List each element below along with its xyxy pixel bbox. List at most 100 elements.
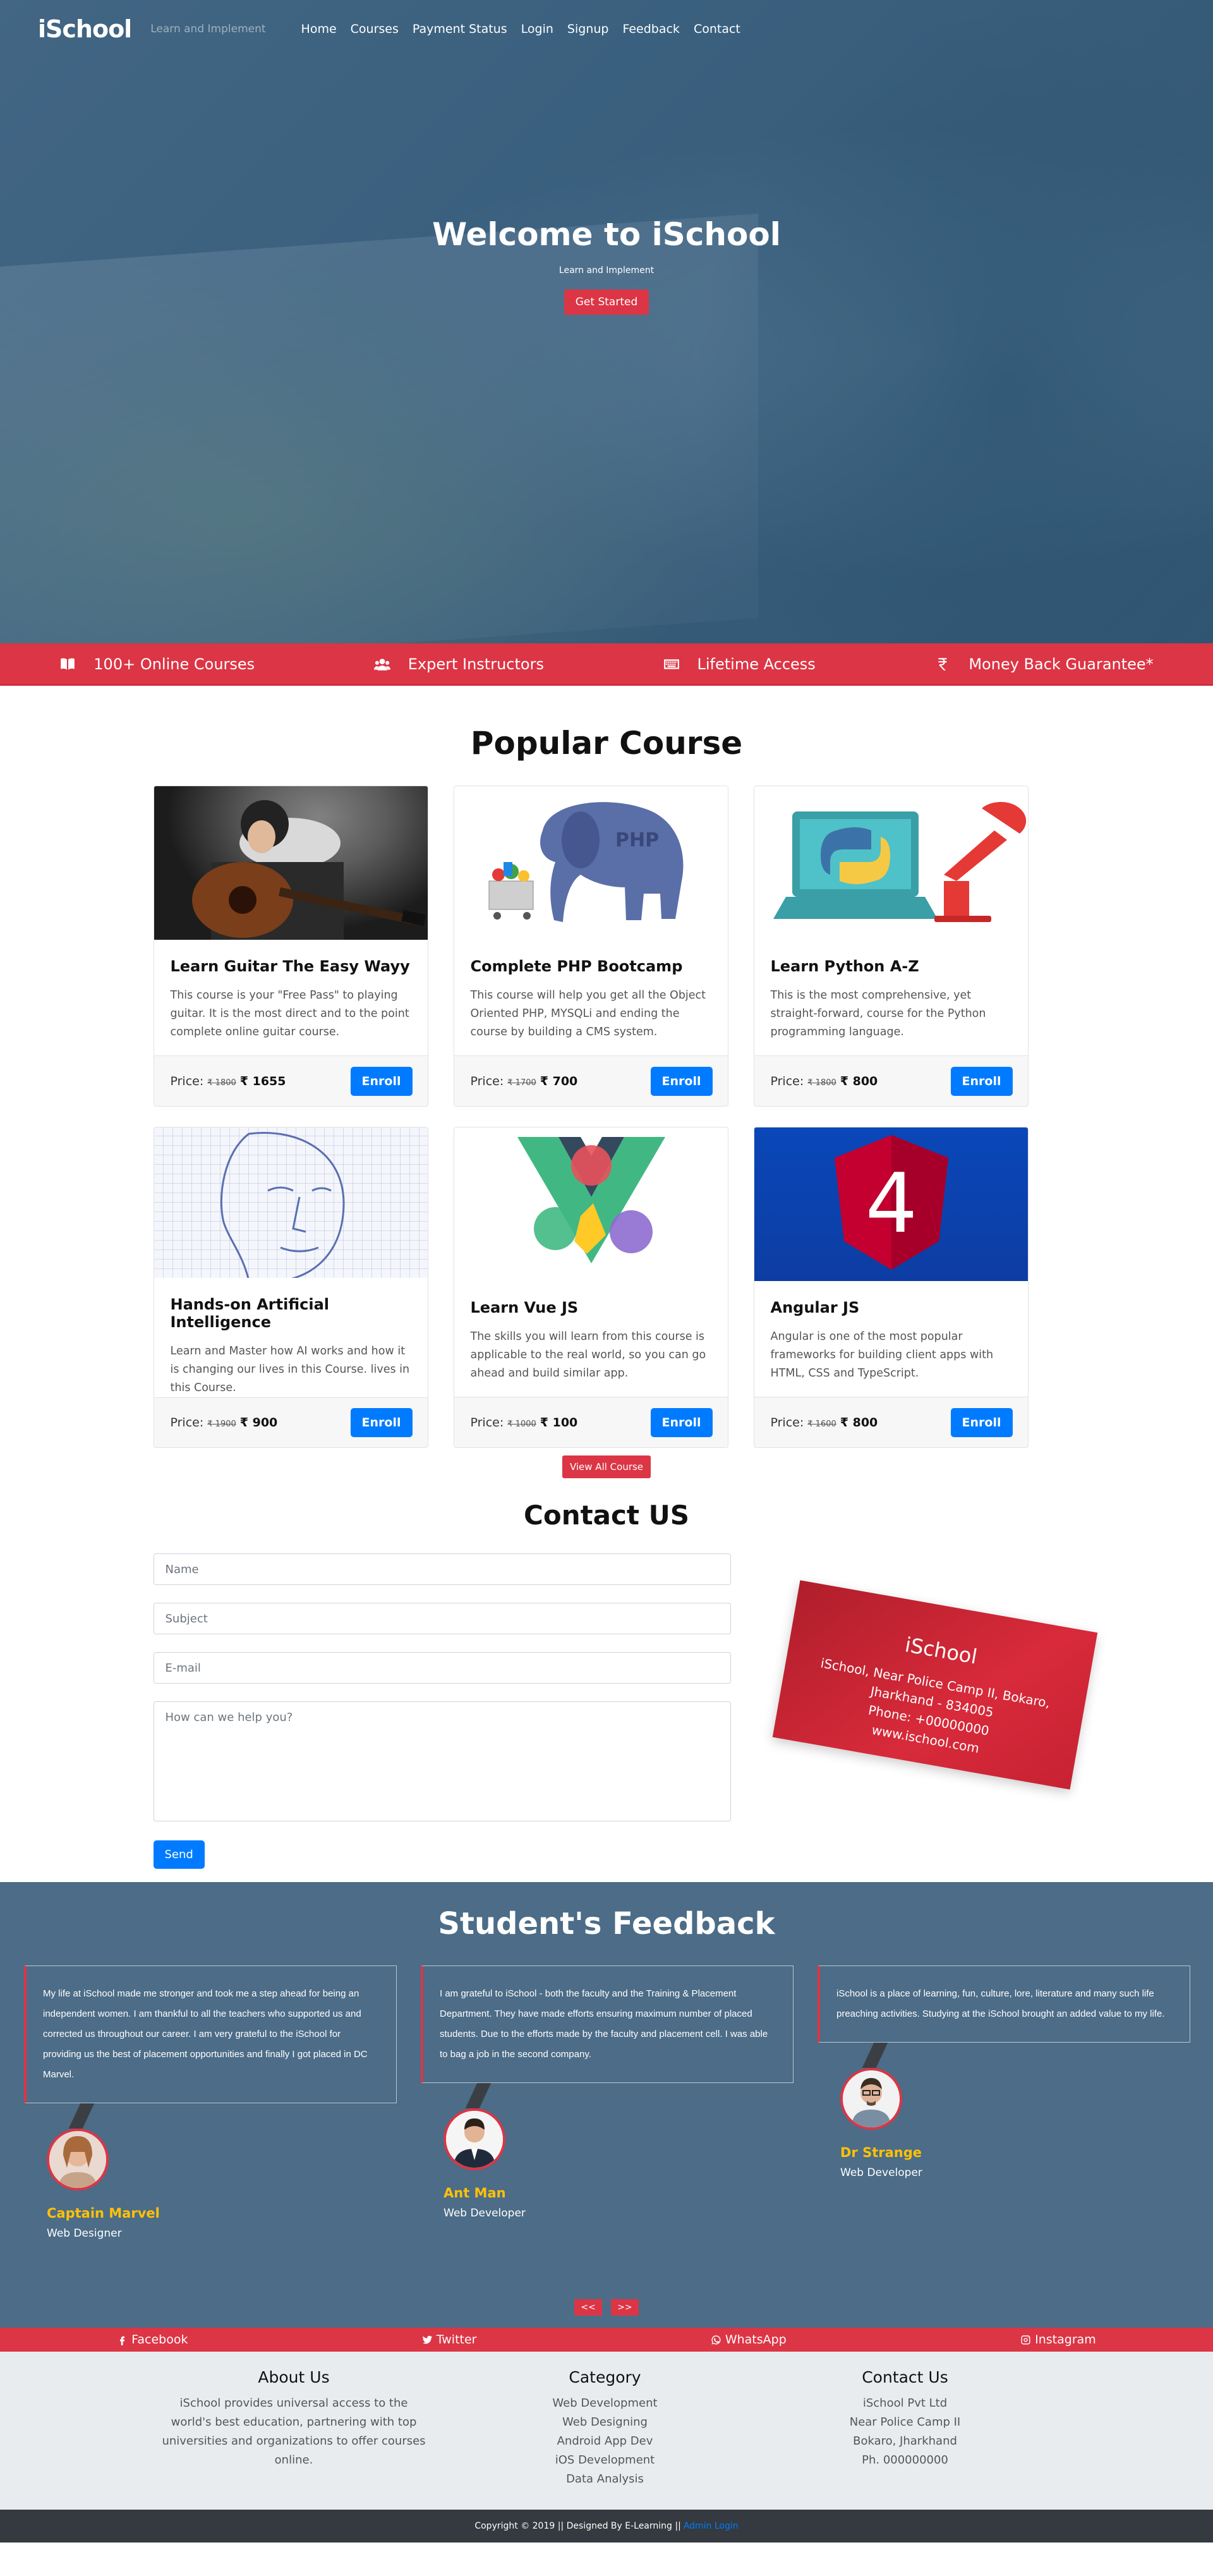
facebook-label: Facebook — [131, 2333, 188, 2347]
feedback-title: Student's Feedback — [438, 1906, 775, 1941]
send-button[interactable]: Send — [153, 1840, 205, 1869]
category-link[interactable]: Data Analysis — [455, 2470, 755, 2489]
twitter-link[interactable]: Twitter — [422, 2333, 477, 2347]
hero-section: iSchool Learn and Implement Home Courses… — [0, 0, 1213, 643]
email-field[interactable]: E-mail — [153, 1652, 731, 1684]
view-all-wrapper: View All Course — [0, 1455, 1213, 1478]
brand-logo[interactable]: iSchool — [38, 15, 132, 43]
footer-about: About Us iSchool provides universal acce… — [158, 2368, 430, 2510]
course-description: This course is your "Free Pass" to playi… — [170, 989, 409, 1038]
avatar-image — [49, 2131, 106, 2188]
view-all-courses-button[interactable]: View All Course — [562, 1455, 651, 1478]
footer-contact-title: Contact Us — [862, 2368, 948, 2386]
enroll-button[interactable]: Enroll — [350, 1408, 413, 1438]
nav-login[interactable]: Login — [521, 22, 553, 36]
popular-courses-section: Popular Course Learn Guitar The Easy Way — [0, 686, 1213, 1478]
old-price: ₹ 1600 — [807, 1419, 836, 1429]
course-price: Price: ₹ 1600 ₹ 800 — [771, 1416, 878, 1430]
card-footer: Price: ₹ 1600 ₹ 800 Enroll — [754, 1397, 1028, 1447]
footer-category: Category Web Development Web Designing A… — [455, 2368, 755, 2510]
feature-money-back: Money Back Guarantee* — [934, 655, 1154, 673]
course-title[interactable]: Learn Guitar The Easy Wayy — [171, 957, 411, 975]
book-open-icon — [61, 658, 75, 670]
student-role: Web Designer — [47, 2227, 122, 2240]
category-link[interactable]: Web Designing — [455, 2413, 755, 2432]
feature-label: 100+ Online Courses — [94, 655, 255, 673]
card-body: Complete PHP Bootcamp This course will h… — [454, 940, 728, 1055]
student-role: Web Developer — [444, 2207, 526, 2220]
whatsapp-link[interactable]: WhatsApp — [711, 2333, 787, 2347]
course-title[interactable]: Hands-on Artificial Intelligence — [171, 1296, 411, 1331]
footer: About Us iSchool provides universal acce… — [0, 2352, 1213, 2510]
card-footer: Price: ₹ 1800 ₹ 1655 Enroll — [154, 1055, 428, 1106]
feedback-text: I am grateful to iSchool - both the facu… — [421, 1965, 794, 2083]
feedback-item: I am grateful to iSchool - both the facu… — [421, 1965, 794, 2220]
course-price: Price: ₹ 1700 ₹ 700 — [471, 1074, 578, 1088]
get-started-button[interactable]: Get Started — [564, 289, 649, 315]
feedback-section: Student's Feedback My life at iSchool ma… — [0, 1882, 1213, 2328]
feature-bar: 100+ Online Courses Expert Instructors L… — [0, 643, 1213, 686]
course-title[interactable]: Learn Vue JS — [471, 1299, 711, 1316]
new-price: ₹ 1655 — [239, 1074, 286, 1088]
facebook-icon — [120, 2336, 125, 2345]
price-label: Price: — [170, 1416, 204, 1430]
hero-content: Welcome to iSchool Learn and Implement G… — [0, 216, 1213, 315]
course-price: Price: ₹ 1800 ₹ 800 — [771, 1074, 878, 1088]
course-card: Learn Guitar The Easy Wayy This course i… — [153, 786, 428, 1107]
carousel-prev-button[interactable]: << — [574, 2299, 602, 2316]
vue-logo-illustration — [517, 1137, 665, 1263]
nav-home[interactable]: Home — [301, 22, 337, 36]
message-field[interactable]: How can we help you? — [153, 1701, 731, 1821]
course-description: Angular is one of the most popular frame… — [770, 1330, 994, 1380]
speech-tail — [862, 2043, 888, 2068]
nav-courses[interactable]: Courses — [351, 22, 399, 36]
category-link[interactable]: Web Development — [455, 2394, 755, 2413]
nav-signup[interactable]: Signup — [567, 22, 609, 36]
price-label: Price: — [770, 1415, 804, 1430]
nav-feedback[interactable]: Feedback — [622, 22, 679, 36]
instagram-link[interactable]: Instagram — [1020, 2333, 1096, 2347]
enroll-button[interactable]: Enroll — [950, 1066, 1013, 1096]
card-body: Learn Python A-Z This is the most compre… — [754, 940, 1028, 1055]
subject-field[interactable]: Subject — [153, 1603, 731, 1634]
twitter-label: Twitter — [436, 2333, 477, 2347]
enroll-button[interactable]: Enroll — [950, 1407, 1013, 1437]
instagram-icon — [1021, 2335, 1030, 2345]
card-body: Learn Guitar The Easy Wayy This course i… — [154, 940, 428, 1055]
avatar — [840, 2068, 902, 2130]
speech-tail — [68, 2103, 95, 2129]
enroll-button[interactable]: Enroll — [350, 1066, 413, 1096]
footer-contact-line: iSchool Pvt Ltd — [862, 2397, 948, 2410]
rupee-icon — [938, 657, 947, 671]
course-title[interactable]: Learn Python A-Z — [771, 957, 1011, 975]
name-field[interactable]: Name — [153, 1553, 731, 1585]
old-price: ₹ 1900 — [207, 1419, 236, 1430]
copyright-text: Copyright © 2019 || Designed By E-Learni… — [474, 2521, 681, 2531]
footer-about-text: iSchool provides universal access to the… — [162, 2397, 426, 2467]
course-title[interactable]: Complete PHP Bootcamp — [471, 957, 711, 975]
contact-section: Contact US Name Subject E-mail How can w… — [0, 1500, 1213, 1882]
admin-login-link[interactable]: Admin Login — [684, 2521, 739, 2531]
ai-face-illustration — [220, 1132, 345, 1279]
angular-logo-illustration: 4 — [834, 1135, 948, 1270]
category-link[interactable]: Android App Dev — [455, 2432, 755, 2451]
hero-title: Welcome to iSchool — [432, 216, 781, 253]
course-card: Hands-on Artificial Intelligence Learn a… — [153, 1127, 428, 1448]
facebook-link[interactable]: Facebook — [117, 2333, 188, 2347]
course-title[interactable]: Angular JS — [771, 1299, 1011, 1316]
new-price: ₹ 700 — [540, 1074, 578, 1088]
footer-contact: Contact Us iSchool Pvt Ltd Near Police C… — [755, 2368, 1055, 2510]
enroll-button[interactable]: Enroll — [650, 1066, 713, 1096]
footer-contact-line: Ph. 000000000 — [862, 2453, 948, 2467]
carousel-next-button[interactable]: >> — [611, 2299, 639, 2316]
nav-payment-status[interactable]: Payment Status — [413, 22, 507, 36]
nav-links: Home Courses Payment Status Login Signup… — [301, 22, 740, 36]
enroll-button[interactable]: Enroll — [650, 1407, 713, 1437]
category-link[interactable]: iOS Development — [455, 2451, 755, 2470]
feedback-text: iSchool is a place of learning, fun, cul… — [818, 1965, 1190, 2043]
course-price: Price: ₹ 1000 ₹ 100 — [471, 1416, 578, 1430]
angular-course-image: 4 — [754, 1127, 1028, 1281]
php-logo-text: PHP — [615, 829, 659, 851]
nav-contact[interactable]: Contact — [694, 22, 740, 36]
avatar — [444, 2108, 505, 2170]
